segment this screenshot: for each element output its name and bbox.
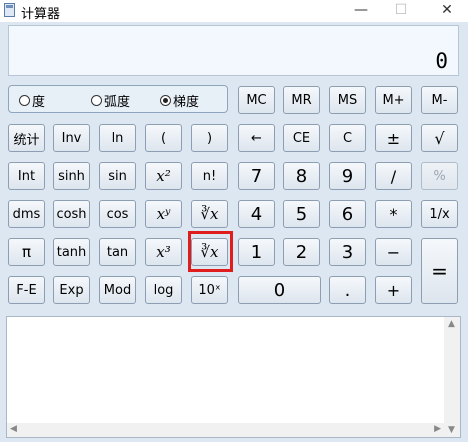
inv-button[interactable]: Inv bbox=[53, 124, 90, 152]
ten-power-button[interactable]: 10ˣ bbox=[191, 276, 228, 304]
scroll-left-icon[interactable]: ◀ bbox=[10, 424, 17, 434]
minimize-button[interactable]: — bbox=[343, 0, 379, 22]
fe-button[interactable]: F-E bbox=[8, 276, 45, 304]
calculator-icon bbox=[4, 3, 15, 17]
radio-circle-icon bbox=[19, 95, 30, 106]
digit-4-button[interactable]: 4 bbox=[238, 200, 275, 228]
sqrt-button[interactable]: √ bbox=[421, 124, 458, 152]
ms-button[interactable]: MS bbox=[329, 86, 366, 114]
factorial-button[interactable]: n! bbox=[191, 162, 228, 190]
open-paren-button[interactable]: ( bbox=[145, 124, 182, 152]
scroll-down-icon[interactable]: ▼ bbox=[448, 425, 455, 435]
digit-1-button[interactable]: 1 bbox=[238, 238, 275, 266]
digit-5-button[interactable]: 5 bbox=[283, 200, 320, 228]
negate-button[interactable]: ± bbox=[375, 124, 412, 152]
square-button[interactable]: x² bbox=[145, 162, 182, 190]
horizontal-scrollbar[interactable]: ◀ ▶ bbox=[7, 423, 444, 437]
reciprocal-button[interactable]: 1/x bbox=[421, 200, 458, 228]
tanh-button[interactable]: tanh bbox=[53, 238, 90, 266]
int-button[interactable]: Int bbox=[8, 162, 45, 190]
power-button[interactable]: xʸ bbox=[145, 200, 182, 228]
sinh-button[interactable]: sinh bbox=[53, 162, 90, 190]
clear-button[interactable]: C bbox=[329, 124, 366, 152]
angle-mode-group: 度 弧度 梯度 bbox=[8, 85, 228, 113]
cube-button[interactable]: x³ bbox=[145, 238, 182, 266]
digit-8-button[interactable]: 8 bbox=[283, 162, 320, 190]
digit-9-button[interactable]: 9 bbox=[329, 162, 366, 190]
multiply-button[interactable]: * bbox=[375, 200, 412, 228]
digit-3-button[interactable]: 3 bbox=[329, 238, 366, 266]
radio-grads[interactable]: 梯度 bbox=[160, 91, 199, 110]
subtract-button[interactable]: − bbox=[375, 238, 412, 266]
nth-root-button[interactable]: ∛x bbox=[191, 200, 228, 228]
mr-button[interactable]: MR bbox=[283, 86, 320, 114]
digit-0-button[interactable]: 0 bbox=[238, 276, 321, 304]
cosh-button[interactable]: cosh bbox=[53, 200, 90, 228]
radio-degrees[interactable]: 度 bbox=[19, 91, 45, 110]
radio-selected-icon bbox=[160, 95, 171, 106]
dms-button[interactable]: dms bbox=[8, 200, 45, 228]
display-value: 0 bbox=[435, 49, 448, 73]
equals-button[interactable]: = bbox=[421, 238, 458, 304]
log-button[interactable]: log bbox=[145, 276, 182, 304]
result-display: 0 bbox=[8, 25, 459, 76]
sin-button[interactable]: sin bbox=[99, 162, 136, 190]
pi-button[interactable]: π bbox=[8, 238, 45, 266]
digit-6-button[interactable]: 6 bbox=[329, 200, 366, 228]
vertical-scrollbar[interactable]: ▲ ▼ bbox=[444, 317, 460, 437]
close-paren-button[interactable]: ) bbox=[191, 124, 228, 152]
radio-radians[interactable]: 弧度 bbox=[91, 91, 130, 110]
cube-root-button[interactable]: ∛x bbox=[191, 238, 228, 266]
digit-2-button[interactable]: 2 bbox=[283, 238, 320, 266]
m-plus-button[interactable]: M+ bbox=[375, 86, 412, 114]
percent-button[interactable]: % bbox=[421, 162, 458, 190]
close-button[interactable]: ✕ bbox=[429, 0, 465, 22]
backspace-button[interactable]: ← bbox=[238, 124, 275, 152]
ln-button[interactable]: ln bbox=[99, 124, 136, 152]
decimal-button[interactable]: . bbox=[329, 276, 366, 304]
tan-button[interactable]: tan bbox=[99, 238, 136, 266]
statistics-button[interactable]: 统计 bbox=[8, 124, 45, 152]
exp-button[interactable]: Exp bbox=[53, 276, 90, 304]
window-title: 计算器 bbox=[21, 7, 61, 22]
digit-7-button[interactable]: 7 bbox=[238, 162, 275, 190]
mc-button[interactable]: MC bbox=[238, 86, 275, 114]
add-button[interactable]: + bbox=[375, 276, 412, 304]
divide-button[interactable]: / bbox=[375, 162, 412, 190]
scroll-up-icon[interactable]: ▲ bbox=[448, 319, 455, 329]
mod-button[interactable]: Mod bbox=[99, 276, 136, 304]
scroll-right-icon[interactable]: ▶ bbox=[434, 424, 441, 434]
history-panel[interactable]: ▲ ▼ ◀ ▶ bbox=[6, 316, 461, 438]
maximize-button[interactable]: ☐ bbox=[383, 0, 419, 22]
radio-circle-icon bbox=[91, 95, 102, 106]
title-bar: 计算器 — ☐ ✕ bbox=[0, 0, 468, 22]
ce-button[interactable]: CE bbox=[283, 124, 320, 152]
cos-button[interactable]: cos bbox=[99, 200, 136, 228]
m-minus-button[interactable]: M- bbox=[421, 86, 458, 114]
